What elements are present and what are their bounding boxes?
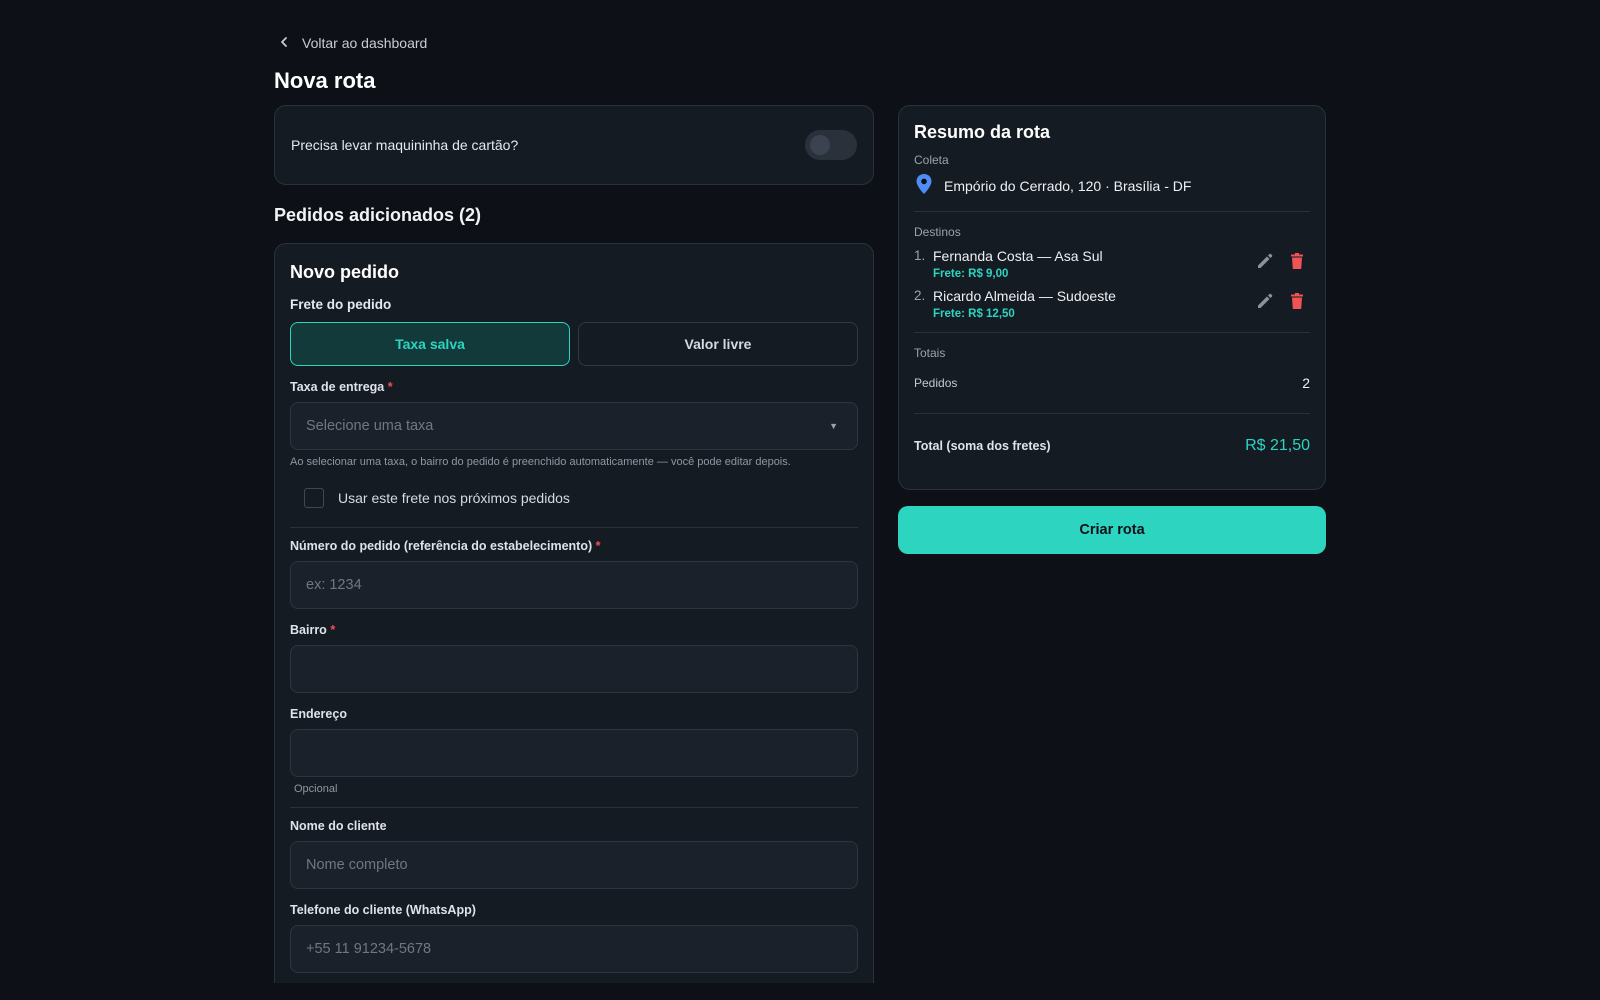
neighborhood-label-text: Bairro [290, 623, 327, 637]
orders-count-row: Pedidos 2 [914, 375, 1310, 391]
client-phone-input[interactable]: +55 11 91234-5678 [290, 925, 858, 973]
right-column: Resumo da rota Coleta Empório do Cerrado… [898, 105, 1326, 554]
client-phone-placeholder: +55 11 91234-5678 [306, 941, 432, 957]
destination-info: 1. Fernanda Costa — Asa Sul Frete: R$ 9,… [914, 248, 1103, 280]
orders-count-value: 2 [1302, 375, 1310, 391]
order-number-label-text: Número do pedido (referência do estabele… [290, 539, 593, 553]
trash-icon[interactable] [1286, 290, 1308, 312]
divider [290, 527, 858, 528]
fee-select[interactable]: Selecione uma taxa ▼ [290, 402, 858, 450]
chevron-left-icon [278, 35, 290, 51]
divider [914, 211, 1310, 212]
map-pin-icon [914, 173, 934, 198]
destination-number: 1. [914, 248, 926, 263]
trash-icon[interactable] [1286, 250, 1308, 272]
address-hint: Opcional [294, 783, 338, 795]
new-order-title: Novo pedido [290, 262, 399, 282]
destination-fee: Frete: R$ 9,00 [933, 268, 1009, 280]
destination-info: 2. Ricardo Almeida — Sudoeste Frete: R$ … [914, 288, 1116, 320]
client-phone-label: Telefone do cliente (WhatsApp) [290, 903, 476, 917]
freight-mode-selector: Taxa salva Valor livre [290, 322, 858, 366]
client-name-input[interactable]: Nome completo [290, 841, 858, 889]
destination-fee: Frete: R$ 12,50 [933, 308, 1015, 320]
pencil-icon[interactable] [1254, 250, 1276, 272]
create-route-button[interactable]: Criar rota [898, 506, 1326, 554]
page: Voltar ao dashboard Nova rota Precisa le… [0, 0, 1600, 1000]
destination-actions [1254, 250, 1308, 272]
fee-label: Taxa de entrega * [290, 380, 858, 394]
summary-title: Resumo da rota [914, 122, 1051, 142]
order-number-input[interactable]: ex: 1234 [290, 561, 858, 609]
destination-name: Ricardo Almeida — Sudoeste [933, 288, 1116, 304]
totals-label: Totais [914, 346, 946, 360]
fee-hint: Ao selecionar uma taxa, o bairro do pedi… [290, 456, 791, 468]
order-number-label: Número do pedido (referência do estabele… [290, 539, 858, 553]
neighborhood-input[interactable] [290, 645, 858, 693]
caret-down-icon: ▼ [829, 421, 838, 431]
client-name-label: Nome do cliente [290, 819, 387, 833]
reuse-freight-checkbox[interactable] [304, 488, 324, 508]
destination-item: 1. Fernanda Costa — Asa Sul Frete: R$ 9,… [914, 248, 1310, 280]
pickup-address: Empório do Cerrado, 120 · Brasília - DF [944, 177, 1192, 194]
divider [290, 807, 858, 808]
total-row: Total (soma dos fretes) R$ 21,50 [914, 437, 1310, 455]
pencil-icon[interactable] [1254, 290, 1276, 312]
order-number-placeholder: ex: 1234 [306, 577, 362, 593]
total-label: Total (soma dos fretes) [914, 439, 1051, 453]
required-mark: * [330, 623, 336, 637]
toggle-knob [810, 135, 830, 155]
neighborhood-label: Bairro * [290, 623, 858, 637]
address-input[interactable] [290, 729, 858, 777]
orders-section-title: Pedidos adicionados (2) [274, 205, 482, 225]
back-link[interactable]: Voltar ao dashboard [278, 35, 427, 51]
route-summary-card: Resumo da rota Coleta Empório do Cerrado… [898, 105, 1326, 490]
fee-select-placeholder: Selecione uma taxa [306, 418, 434, 434]
saved-fee-button[interactable]: Taxa salva [290, 322, 570, 366]
pickup-row: Empório do Cerrado, 120 · Brasília - DF [914, 173, 1310, 198]
left-column: Precisa levar maquininha de cartão? Pedi… [274, 105, 874, 983]
destination-actions [1254, 290, 1308, 312]
client-name-placeholder: Nome completo [306, 857, 408, 873]
orders-count-label: Pedidos [914, 376, 958, 390]
page-title: Nova rota [274, 68, 376, 93]
total-value: R$ 21,50 [1245, 437, 1310, 454]
freight-label: Frete do pedido [290, 297, 392, 312]
required-mark: * [595, 539, 601, 553]
card-machine-label: Precisa levar maquininha de cartão? [291, 137, 519, 153]
new-order-form: Novo pedido Frete do pedido Taxa salva V… [274, 243, 874, 983]
free-value-button[interactable]: Valor livre [578, 322, 858, 366]
divider [914, 332, 1310, 333]
divider [914, 413, 1310, 414]
card-machine-toggle[interactable] [805, 130, 857, 160]
destination-number: 2. [914, 288, 926, 303]
required-mark: * [387, 380, 393, 394]
reuse-freight-label: Usar este frete nos próximos pedidos [338, 490, 570, 506]
destination-name: Fernanda Costa — Asa Sul [933, 248, 1103, 264]
card-machine-card: Precisa levar maquininha de cartão? [274, 105, 874, 185]
back-link-label: Voltar ao dashboard [302, 35, 428, 51]
address-label: Endereço [290, 707, 347, 721]
destination-item: 2. Ricardo Almeida — Sudoeste Frete: R$ … [914, 288, 1310, 320]
reuse-freight-row: Usar este frete nos próximos pedidos [304, 488, 858, 508]
fee-label-text: Taxa de entrega [290, 380, 385, 394]
pickup-label: Coleta [914, 153, 949, 167]
destinations-label: Destinos [914, 225, 961, 239]
